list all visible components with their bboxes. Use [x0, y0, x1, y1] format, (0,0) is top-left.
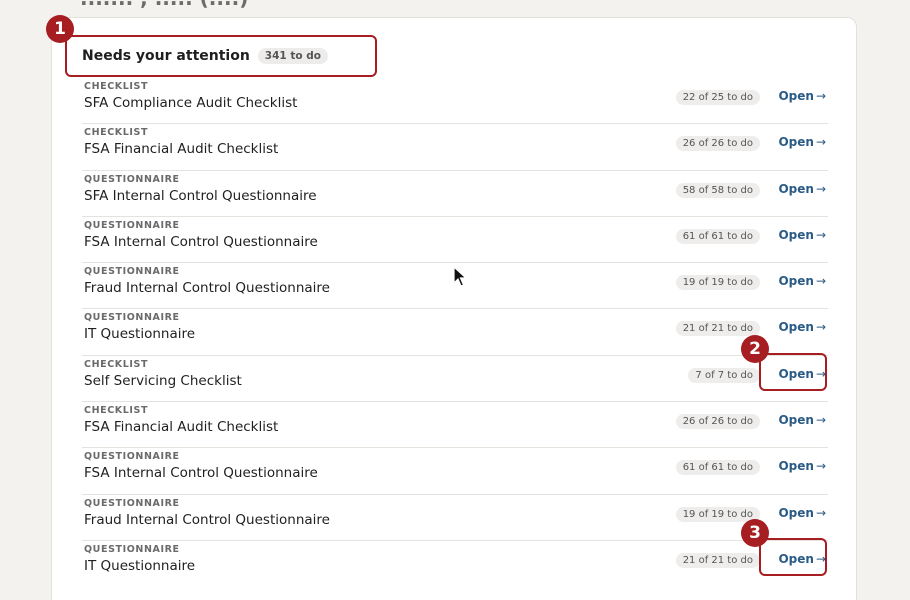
arrow-right-icon: → — [815, 89, 826, 103]
item-type: QUESTIONNAIRE — [84, 451, 180, 463]
item-todo-badge: 21 of 21 to do — [675, 552, 760, 568]
item-todo-badge: 21 of 21 to do — [675, 321, 760, 337]
list-item: CHECKLIST SFA Compliance Audit Checklist… — [82, 78, 828, 125]
item-name: Fraud Internal Control Questionnaire — [84, 511, 330, 528]
item-name: FSA Financial Audit Checklist — [84, 419, 279, 436]
item-todo-badge: 7 of 7 to do — [688, 367, 760, 383]
item-todo-badge: 19 of 19 to do — [675, 506, 760, 522]
item-type: QUESTIONNAIRE — [84, 266, 180, 278]
item-todo-badge: 26 of 26 to do — [675, 414, 760, 430]
item-type: CHECKLIST — [84, 81, 149, 92]
annotation-marker-1: 1 — [46, 15, 74, 43]
mouse-cursor-icon — [453, 266, 468, 287]
item-type: CHECKLIST — [84, 405, 149, 417]
open-button[interactable]: Open → — [778, 413, 826, 427]
item-type: QUESTIONNAIRE — [84, 543, 180, 555]
list-item: QUESTIONNAIRE SFA Internal Control Quest… — [82, 171, 828, 217]
item-todo-badge: 19 of 19 to do — [675, 275, 760, 291]
item-name: Fraud Internal Control Questionnaire — [84, 280, 330, 297]
open-button[interactable]: Open → — [778, 320, 826, 334]
highlight-box-2 — [759, 353, 827, 391]
highlight-box-3 — [759, 538, 827, 576]
item-name: FSA Financial Audit Checklist — [84, 141, 279, 158]
arrow-right-icon: → — [815, 135, 826, 150]
open-button[interactable]: Open → — [778, 182, 826, 196]
item-type: CHECKLIST — [84, 127, 149, 139]
list-item: QUESTIONNAIRE Fraud Internal Control Que… — [82, 495, 828, 541]
item-todo-badge: 61 of 61 to do — [675, 460, 760, 476]
item-name: SFA Internal Control Questionnaire — [84, 187, 317, 204]
open-button[interactable]: Open → — [778, 89, 826, 103]
item-todo-badge: 61 of 61 to do — [675, 228, 760, 244]
arrow-right-icon: → — [815, 413, 826, 428]
arrow-right-icon: → — [815, 505, 826, 520]
list-item: QUESTIONNAIRE FSA Internal Control Quest… — [82, 448, 828, 495]
item-name: IT Questionnaire — [84, 557, 196, 574]
list-item: QUESTIONNAIRE IT Questionnaire 21 of 21 … — [82, 541, 828, 587]
item-type: QUESTIONNAIRE — [84, 173, 180, 185]
list-item: QUESTIONNAIRE FSA Internal Control Quest… — [82, 217, 828, 264]
page-heading-cut: ....... , ..... (....) — [80, 0, 248, 10]
arrow-right-icon: → — [815, 181, 826, 196]
item-name: FSA Internal Control Questionnaire — [84, 465, 318, 482]
annotation-marker-2: 2 — [741, 335, 769, 363]
item-type: CHECKLIST — [84, 358, 149, 370]
attention-list: CHECKLIST SFA Compliance Audit Checklist… — [82, 78, 828, 587]
arrow-right-icon: → — [815, 274, 826, 289]
open-button[interactable]: Open → — [778, 506, 826, 520]
highlight-box-1 — [65, 35, 377, 77]
open-button[interactable]: Open → — [778, 135, 826, 149]
arrow-right-icon: → — [815, 320, 826, 335]
item-name: FSA Internal Control Questionnaire — [84, 233, 318, 250]
item-name: SFA Compliance Audit Checklist — [84, 95, 298, 111]
open-button[interactable]: Open → — [778, 274, 826, 288]
item-type: QUESTIONNAIRE — [84, 219, 180, 231]
open-button[interactable]: Open → — [778, 228, 826, 242]
item-todo-badge: 26 of 26 to do — [675, 136, 760, 152]
open-button[interactable]: Open → — [778, 459, 826, 473]
item-type: QUESTIONNAIRE — [84, 497, 180, 509]
list-item: CHECKLIST FSA Financial Audit Checklist … — [82, 124, 828, 171]
arrow-right-icon: → — [815, 227, 826, 242]
list-item: CHECKLIST Self Servicing Checklist 7 of … — [82, 356, 828, 403]
item-todo-badge: 58 of 58 to do — [675, 182, 760, 198]
attention-card: Needs your attention 341 to do CHECKLIST… — [51, 17, 857, 600]
list-item: QUESTIONNAIRE IT Questionnaire 21 of 21 … — [82, 309, 828, 356]
list-item: CHECKLIST FSA Financial Audit Checklist … — [82, 402, 828, 449]
item-name: IT Questionnaire — [84, 326, 196, 343]
annotation-marker-3: 3 — [741, 519, 769, 547]
item-name: Self Servicing Checklist — [84, 372, 242, 389]
arrow-right-icon: → — [815, 459, 826, 474]
item-todo-badge: 22 of 25 to do — [675, 90, 760, 105]
item-type: QUESTIONNAIRE — [84, 312, 180, 324]
